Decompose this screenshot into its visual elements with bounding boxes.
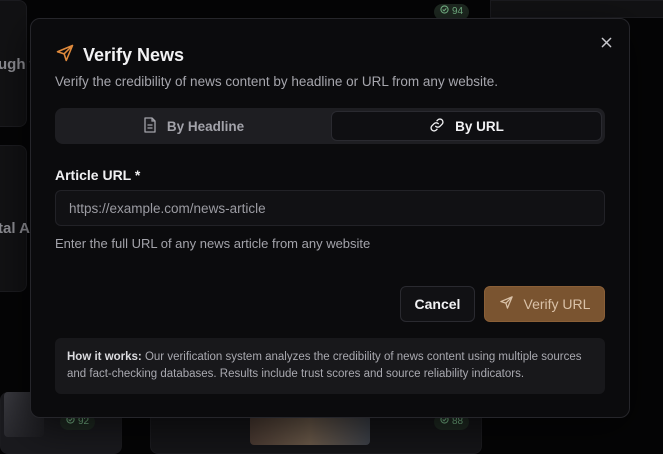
verify-url-button[interactable]: Verify URL	[484, 286, 605, 322]
how-it-works-box: How it works: Our verification system an…	[55, 338, 605, 394]
how-it-works-text: Our verification system analyzes the cre…	[67, 351, 582, 380]
verify-mode-tabs: By Headline By URL	[55, 108, 605, 144]
cancel-button[interactable]: Cancel	[400, 286, 475, 322]
background-card	[490, 0, 663, 18]
article-url-label: Article URL *	[55, 167, 141, 183]
background-card	[0, 145, 27, 292]
send-icon	[499, 295, 514, 313]
thumbnail-image	[250, 415, 370, 445]
article-url-input[interactable]	[55, 190, 605, 226]
tab-label: By URL	[455, 118, 504, 134]
background-card-title: tal A	[0, 220, 30, 237]
close-icon	[601, 35, 612, 53]
document-icon	[143, 116, 157, 136]
how-it-works-heading: How it works:	[67, 351, 142, 363]
tab-label: By Headline	[166, 118, 245, 134]
cancel-button-label: Cancel	[414, 296, 461, 312]
dialog-subtitle: Verify the credibility of news content b…	[55, 74, 498, 89]
tab-by-headline[interactable]: By Headline	[58, 111, 329, 141]
verify-button-label: Verify URL	[523, 296, 591, 312]
dialog-header: Verify News	[55, 43, 184, 68]
send-icon	[55, 43, 75, 68]
verify-news-dialog: Verify News Verify the credibility of ne…	[30, 18, 630, 418]
dialog-title: Verify News	[83, 45, 185, 65]
article-url-hint: Enter the full URL of any news article f…	[55, 236, 371, 251]
close-button[interactable]	[597, 35, 615, 53]
link-icon	[429, 117, 445, 136]
tab-by-url[interactable]: By URL	[331, 111, 602, 141]
